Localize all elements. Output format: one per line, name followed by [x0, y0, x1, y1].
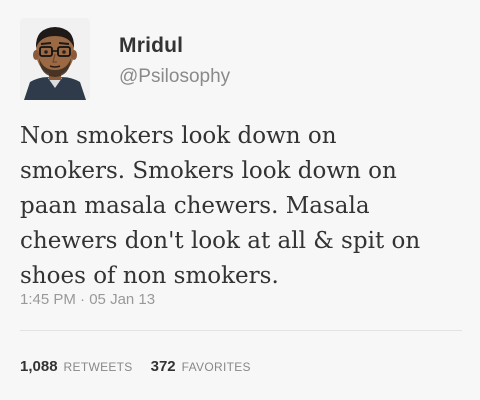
cartoon-avatar-icon	[24, 27, 86, 100]
tweet-timestamp: 1:45 PM · 05 Jan 13	[20, 291, 155, 308]
tweet-stats: 1,088 RETWEETS 372 FAVORITES	[20, 358, 269, 375]
tweet-time[interactable]: 1:45 PM	[20, 291, 76, 308]
user-handle[interactable]: @Psilosophy	[119, 66, 230, 88]
tweet-text: Non smokers look down on smokers. Smoker…	[20, 123, 421, 289]
timestamp-separator: ·	[75, 291, 90, 308]
display-name[interactable]: Mridul	[119, 34, 183, 58]
retweets-count: 1,088	[20, 358, 58, 375]
retweets-stat[interactable]: 1,088 RETWEETS	[20, 358, 133, 375]
favorites-stat[interactable]: 372 FAVORITES	[151, 358, 251, 375]
retweets-label: RETWEETS	[63, 360, 133, 374]
avatar[interactable]	[20, 18, 90, 100]
tweet-date[interactable]: 05 Jan 13	[89, 291, 155, 308]
tweet-card: Mridul @Psilosophy Non smokers look down…	[0, 0, 480, 400]
favorites-count: 372	[150, 358, 176, 375]
favorites-label: FAVORITES	[181, 360, 251, 374]
divider	[20, 330, 462, 331]
